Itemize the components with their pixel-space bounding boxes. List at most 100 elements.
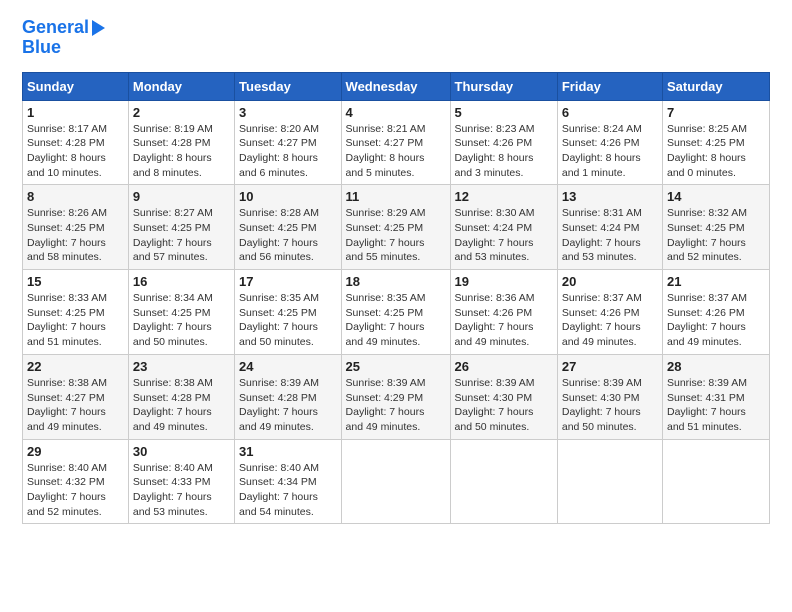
col-header-saturday: Saturday	[662, 72, 769, 100]
calendar-cell: 19 Sunrise: 8:36 AMSunset: 4:26 PMDayligh…	[450, 270, 557, 355]
day-number: 18	[346, 274, 446, 289]
day-number: 17	[239, 274, 336, 289]
day-detail: Sunrise: 8:24 AMSunset: 4:26 PMDaylight:…	[562, 122, 658, 181]
day-number: 28	[667, 359, 765, 374]
day-detail: Sunrise: 8:31 AMSunset: 4:24 PMDaylight:…	[562, 206, 658, 265]
day-detail: Sunrise: 8:39 AMSunset: 4:31 PMDaylight:…	[667, 376, 765, 435]
calendar-cell: 3Sunrise: 8:20 AMSunset: 4:27 PMDaylight…	[235, 100, 341, 185]
calendar-cell: 29 Sunrise: 8:40 AMSunset: 4:32 PMDayligh…	[23, 439, 129, 524]
calendar-cell: 14Sunrise: 8:32 AMSunset: 4:25 PMDayligh…	[662, 185, 769, 270]
day-number: 11	[346, 189, 446, 204]
week-row-5: 29 Sunrise: 8:40 AMSunset: 4:32 PMDayligh…	[23, 439, 770, 524]
calendar-table: SundayMondayTuesdayWednesdayThursdayFrid…	[22, 72, 770, 525]
day-detail: Sunrise: 8:39 AMSunset: 4:28 PMDaylight:…	[239, 376, 336, 435]
day-number: 25	[346, 359, 446, 374]
calendar-cell: 13Sunrise: 8:31 AMSunset: 4:24 PMDayligh…	[557, 185, 662, 270]
col-header-thursday: Thursday	[450, 72, 557, 100]
calendar-cell: 26 Sunrise: 8:39 AMSunset: 4:30 PMDayligh…	[450, 354, 557, 439]
calendar-cell: 20 Sunrise: 8:37 AMSunset: 4:26 PMDayligh…	[557, 270, 662, 355]
day-number: 10	[239, 189, 336, 204]
calendar-cell	[557, 439, 662, 524]
calendar-cell: 27 Sunrise: 8:39 AMSunset: 4:30 PMDayligh…	[557, 354, 662, 439]
day-detail: Sunrise: 8:17 AMSunset: 4:28 PMDaylight:…	[27, 122, 124, 181]
header: General Blue	[22, 18, 770, 58]
calendar-cell: 4 Sunrise: 8:21 AMSunset: 4:27 PMDaylight…	[341, 100, 450, 185]
col-header-wednesday: Wednesday	[341, 72, 450, 100]
day-number: 15	[27, 274, 124, 289]
day-detail: Sunrise: 8:26 AMSunset: 4:25 PMDaylight:…	[27, 206, 124, 265]
calendar-cell: 21Sunrise: 8:37 AMSunset: 4:26 PMDayligh…	[662, 270, 769, 355]
day-detail: Sunrise: 8:39 AMSunset: 4:30 PMDaylight:…	[455, 376, 553, 435]
day-number: 5	[455, 105, 553, 120]
calendar-cell: 22 Sunrise: 8:38 AMSunset: 4:27 PMDayligh…	[23, 354, 129, 439]
day-detail: Sunrise: 8:30 AMSunset: 4:24 PMDaylight:…	[455, 206, 553, 265]
day-detail: Sunrise: 8:21 AMSunset: 4:27 PMDaylight:…	[346, 122, 446, 181]
calendar-cell	[341, 439, 450, 524]
calendar-cell: 28 Sunrise: 8:39 AMSunset: 4:31 PMDayligh…	[662, 354, 769, 439]
day-number: 27	[562, 359, 658, 374]
logo-text-general: General	[22, 18, 89, 38]
day-detail: Sunrise: 8:33 AMSunset: 4:25 PMDaylight:…	[27, 291, 124, 350]
day-number: 20	[562, 274, 658, 289]
day-number: 26	[455, 359, 553, 374]
calendar-cell: 7Sunrise: 8:25 AMSunset: 4:25 PMDaylight…	[662, 100, 769, 185]
calendar-cell: 23 Sunrise: 8:38 AMSunset: 4:28 PMDayligh…	[128, 354, 234, 439]
calendar-cell: 25 Sunrise: 8:39 AMSunset: 4:29 PMDayligh…	[341, 354, 450, 439]
day-detail: Sunrise: 8:40 AMSunset: 4:34 PMDaylight:…	[239, 461, 336, 520]
col-header-tuesday: Tuesday	[235, 72, 341, 100]
day-number: 19	[455, 274, 553, 289]
day-detail: Sunrise: 8:34 AMSunset: 4:25 PMDaylight:…	[133, 291, 230, 350]
day-number: 30	[133, 444, 230, 459]
logo-arrow-icon	[92, 20, 105, 36]
header-row: SundayMondayTuesdayWednesdayThursdayFrid…	[23, 72, 770, 100]
week-row-3: 15 Sunrise: 8:33 AMSunset: 4:25 PMDayligh…	[23, 270, 770, 355]
day-detail: Sunrise: 8:37 AMSunset: 4:26 PMDaylight:…	[667, 291, 765, 350]
day-number: 6	[562, 105, 658, 120]
calendar-cell: 6 Sunrise: 8:24 AMSunset: 4:26 PMDaylight…	[557, 100, 662, 185]
calendar-cell: 31 Sunrise: 8:40 AMSunset: 4:34 PMDayligh…	[235, 439, 341, 524]
col-header-friday: Friday	[557, 72, 662, 100]
day-number: 1	[27, 105, 124, 120]
calendar-cell: 15 Sunrise: 8:33 AMSunset: 4:25 PMDayligh…	[23, 270, 129, 355]
day-detail: Sunrise: 8:28 AMSunset: 4:25 PMDaylight:…	[239, 206, 336, 265]
day-number: 4	[346, 105, 446, 120]
calendar-cell: 10 Sunrise: 8:28 AMSunset: 4:25 PMDayligh…	[235, 185, 341, 270]
day-detail: Sunrise: 8:19 AMSunset: 4:28 PMDaylight:…	[133, 122, 230, 181]
col-header-monday: Monday	[128, 72, 234, 100]
week-row-2: 8Sunrise: 8:26 AMSunset: 4:25 PMDaylight…	[23, 185, 770, 270]
calendar-cell: 18 Sunrise: 8:35 AMSunset: 4:25 PMDayligh…	[341, 270, 450, 355]
day-number: 29	[27, 444, 124, 459]
calendar-cell: 24 Sunrise: 8:39 AMSunset: 4:28 PMDayligh…	[235, 354, 341, 439]
calendar-cell: 30 Sunrise: 8:40 AMSunset: 4:33 PMDayligh…	[128, 439, 234, 524]
day-detail: Sunrise: 8:40 AMSunset: 4:32 PMDaylight:…	[27, 461, 124, 520]
day-detail: Sunrise: 8:32 AMSunset: 4:25 PMDaylight:…	[667, 206, 765, 265]
day-detail: Sunrise: 8:40 AMSunset: 4:33 PMDaylight:…	[133, 461, 230, 520]
day-detail: Sunrise: 8:39 AMSunset: 4:29 PMDaylight:…	[346, 376, 446, 435]
calendar-cell: 17Sunrise: 8:35 AMSunset: 4:25 PMDayligh…	[235, 270, 341, 355]
day-detail: Sunrise: 8:27 AMSunset: 4:25 PMDaylight:…	[133, 206, 230, 265]
day-detail: Sunrise: 8:38 AMSunset: 4:27 PMDaylight:…	[27, 376, 124, 435]
day-number: 24	[239, 359, 336, 374]
calendar-cell: 16 Sunrise: 8:34 AMSunset: 4:25 PMDayligh…	[128, 270, 234, 355]
day-detail: Sunrise: 8:38 AMSunset: 4:28 PMDaylight:…	[133, 376, 230, 435]
calendar-cell: 11Sunrise: 8:29 AMSunset: 4:25 PMDayligh…	[341, 185, 450, 270]
day-number: 22	[27, 359, 124, 374]
day-detail: Sunrise: 8:36 AMSunset: 4:26 PMDaylight:…	[455, 291, 553, 350]
day-number: 3	[239, 105, 336, 120]
day-detail: Sunrise: 8:23 AMSunset: 4:26 PMDaylight:…	[455, 122, 553, 181]
day-number: 23	[133, 359, 230, 374]
logo: General Blue	[22, 18, 105, 58]
calendar-cell: 9Sunrise: 8:27 AMSunset: 4:25 PMDaylight…	[128, 185, 234, 270]
day-number: 2	[133, 105, 230, 120]
day-detail: Sunrise: 8:25 AMSunset: 4:25 PMDaylight:…	[667, 122, 765, 181]
day-detail: Sunrise: 8:37 AMSunset: 4:26 PMDaylight:…	[562, 291, 658, 350]
calendar-cell: 2 Sunrise: 8:19 AMSunset: 4:28 PMDaylight…	[128, 100, 234, 185]
day-number: 31	[239, 444, 336, 459]
calendar-cell: 5 Sunrise: 8:23 AMSunset: 4:26 PMDaylight…	[450, 100, 557, 185]
day-detail: Sunrise: 8:35 AMSunset: 4:25 PMDaylight:…	[346, 291, 446, 350]
calendar-cell: 8Sunrise: 8:26 AMSunset: 4:25 PMDaylight…	[23, 185, 129, 270]
day-detail: Sunrise: 8:39 AMSunset: 4:30 PMDaylight:…	[562, 376, 658, 435]
calendar-cell: 1 Sunrise: 8:17 AMSunset: 4:28 PMDaylight…	[23, 100, 129, 185]
calendar-cell	[450, 439, 557, 524]
day-number: 16	[133, 274, 230, 289]
